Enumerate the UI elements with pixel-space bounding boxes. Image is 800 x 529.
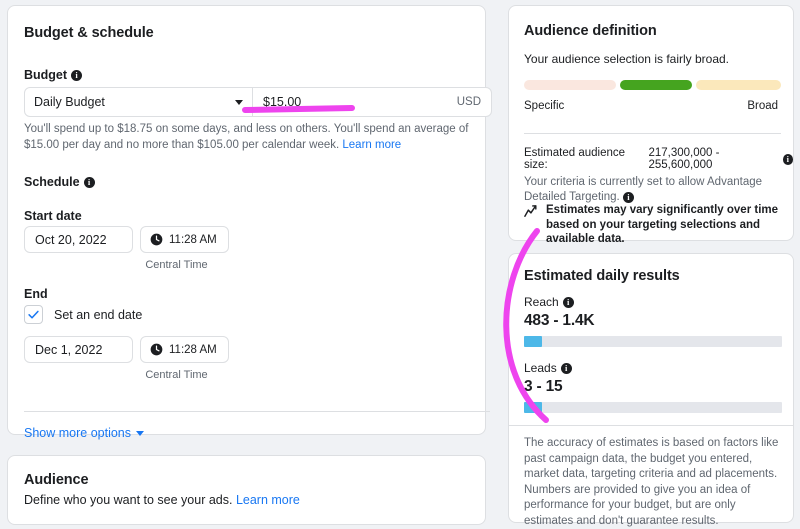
reach-metric-value: 483 - 1.4K xyxy=(524,312,595,329)
estimated-audience-size: Estimated audience size: 217,300,000 - 2… xyxy=(524,147,793,171)
divider xyxy=(509,425,793,426)
budget-type-select[interactable]: Daily Budget xyxy=(25,88,253,116)
leads-progress-bar xyxy=(524,402,782,413)
leads-label-text: Leads xyxy=(524,361,557,375)
info-icon[interactable]: i xyxy=(562,296,574,308)
audience-card: Audience Define who you want to see your… xyxy=(7,455,486,525)
start-date-row: Oct 20, 2022 11:28 AM xyxy=(24,226,229,253)
checkmark-icon xyxy=(28,310,39,319)
end-time-input[interactable]: 11:28 AM xyxy=(140,336,229,363)
end-date-input[interactable]: Dec 1, 2022 xyxy=(24,336,133,363)
start-time-value: 11:28 AM xyxy=(169,233,217,246)
end-date-value: Dec 1, 2022 xyxy=(35,342,103,357)
info-icon[interactable]: i xyxy=(560,362,572,374)
audience-definition-title: Audience definition xyxy=(524,23,657,39)
show-more-options-button[interactable]: Show more options xyxy=(24,426,145,440)
leads-metric-label: Leads i xyxy=(524,361,572,375)
budget-amount-input[interactable]: $15.00 xyxy=(263,95,301,109)
budget-field-label: Budget i xyxy=(24,68,83,82)
budget-learn-more-link[interactable]: Learn more xyxy=(342,139,401,151)
divider xyxy=(524,133,781,134)
reach-progress-bar xyxy=(524,336,782,347)
budget-help-sentence: You'll spend up to $18.75 on some days, … xyxy=(24,123,469,151)
audience-learn-more-link[interactable]: Learn more xyxy=(236,493,300,507)
estimated-results-title: Estimated daily results xyxy=(524,268,680,284)
clock-icon xyxy=(150,343,163,356)
audience-card-title: Audience xyxy=(24,472,89,488)
reach-label-text: Reach xyxy=(524,295,559,309)
audience-breadth-gauge xyxy=(524,80,781,90)
audience-definition-card: Audience definition Your audience select… xyxy=(508,5,794,245)
show-more-options-label: Show more options xyxy=(24,426,132,440)
start-timezone-label: Central Time xyxy=(145,259,208,271)
budget-label-text: Budget xyxy=(24,68,68,82)
trend-chart-icon xyxy=(524,205,537,217)
estimates-vary-note: Estimates may vary significantly over ti… xyxy=(524,203,782,247)
leads-metric-value: 3 - 15 xyxy=(524,378,563,395)
gauge-segment-selected xyxy=(620,80,693,90)
schedule-field-label: Schedule i xyxy=(24,175,95,189)
estimated-results-disclaimer: The accuracy of estimates is based on fa… xyxy=(524,437,779,527)
set-end-date-checkbox-row[interactable]: Set an end date xyxy=(24,305,142,324)
audience-card-subtitle: Define who you want to see your ads. Lea… xyxy=(24,493,300,507)
start-date-value: Oct 20, 2022 xyxy=(35,232,107,247)
budget-and-schedule-card: Budget & schedule Budget i Daily Budget … xyxy=(7,5,492,440)
clock-icon xyxy=(150,233,163,246)
start-time-input[interactable]: 11:28 AM xyxy=(140,226,229,253)
chevron-down-icon xyxy=(136,430,145,436)
reach-metric-label: Reach i xyxy=(524,295,574,309)
divider xyxy=(24,411,490,412)
schedule-label-text: Schedule xyxy=(24,175,80,189)
audience-card-subtitle-text: Define who you want to see your ads. xyxy=(24,493,236,507)
estimated-audience-size-value: 217,300,000 - 255,600,000 xyxy=(648,147,720,171)
estimates-vary-text: Estimates may vary significantly over ti… xyxy=(546,204,779,245)
end-date-row: Dec 1, 2022 11:28 AM xyxy=(24,336,229,363)
budget-type-value: Daily Budget xyxy=(34,95,105,109)
budget-help-text: You'll spend up to $18.75 on some days, … xyxy=(24,122,490,153)
info-icon[interactable]: i xyxy=(83,176,95,188)
audience-definition-subtitle: Your audience selection is fairly broad. xyxy=(524,52,730,66)
info-icon[interactable]: i xyxy=(782,153,793,165)
budget-amount-field[interactable]: $15.00 USD xyxy=(253,88,491,116)
budget-input-group: Daily Budget $15.00 USD xyxy=(24,87,492,117)
set-end-date-label: Set an end date xyxy=(54,307,143,322)
estimated-daily-results-card: Estimated daily results Reach i 483 - 1.… xyxy=(508,253,794,527)
targeting-criteria-text: Your criteria is currently set to allow … xyxy=(524,176,763,203)
start-date-label: Start date xyxy=(24,209,82,223)
page-root: Budget & schedule Budget i Daily Budget … xyxy=(0,0,800,527)
chevron-down-icon xyxy=(235,99,243,105)
info-icon[interactable]: i xyxy=(71,69,83,81)
start-date-input[interactable]: Oct 20, 2022 xyxy=(24,226,133,253)
gauge-segment-broad xyxy=(696,80,781,90)
currency-label: USD xyxy=(456,96,481,108)
leads-progress-fill xyxy=(524,402,543,413)
info-icon[interactable]: i xyxy=(622,191,634,203)
end-timezone-label: Central Time xyxy=(145,369,208,381)
reach-progress-fill xyxy=(524,336,543,347)
estimated-audience-size-label: Estimated audience size: xyxy=(524,147,626,171)
end-section-label: End xyxy=(24,287,48,301)
gauge-specific-label: Specific xyxy=(524,100,565,112)
set-end-date-checkbox[interactable] xyxy=(24,305,43,324)
page-title: Budget & schedule xyxy=(24,25,154,41)
gauge-broad-label: Broad xyxy=(747,100,778,112)
end-time-value: 11:28 AM xyxy=(169,343,217,356)
targeting-criteria-note: Your criteria is currently set to allow … xyxy=(524,175,780,205)
gauge-segment-specific xyxy=(524,80,617,90)
